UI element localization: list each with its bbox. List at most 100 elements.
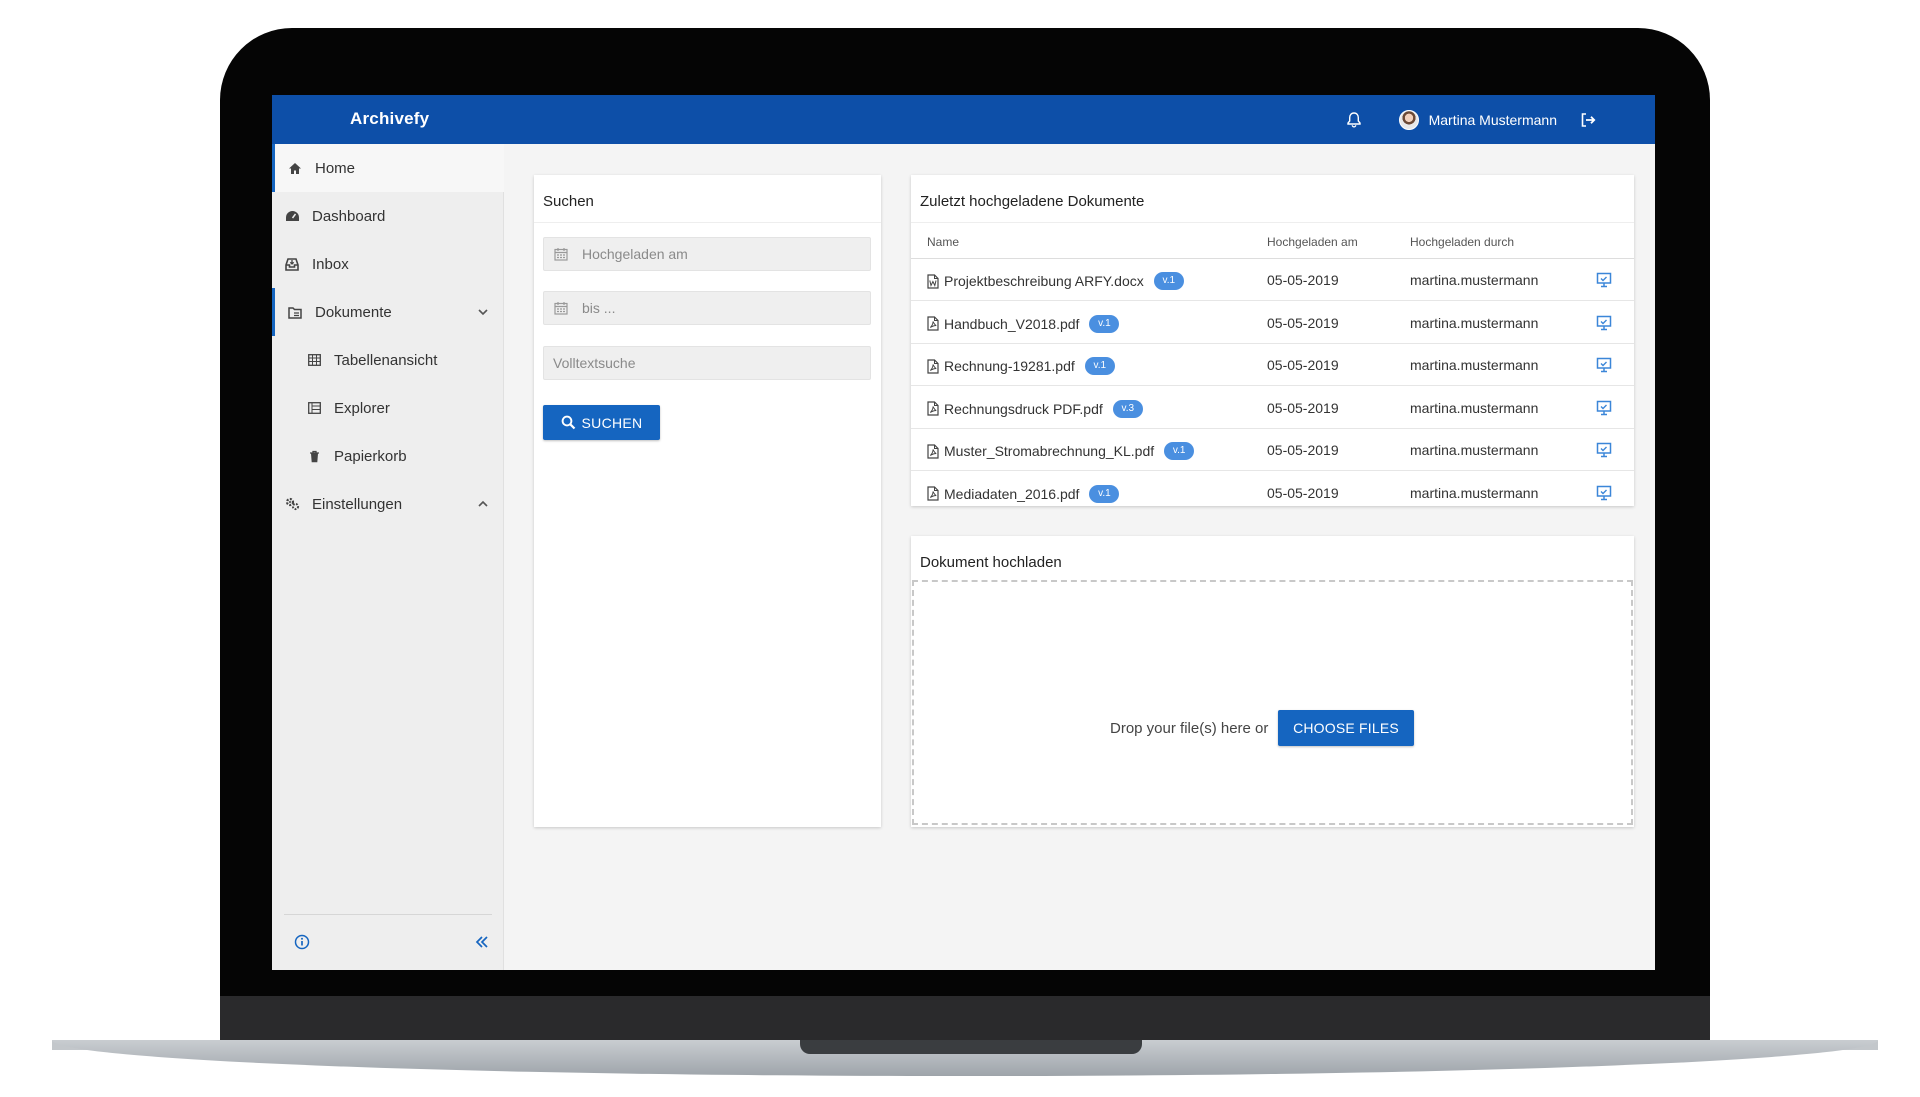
file-name[interactable]: Muster_Stromabrechnung_KL.pdf xyxy=(944,443,1154,459)
sidebar: Home Dashboard Inbox Dokumente Tabellena… xyxy=(272,144,504,970)
column-header-uploaded-by[interactable]: Hochgeladen durch xyxy=(1410,235,1514,249)
version-badge: v.1 xyxy=(1084,357,1115,375)
choose-files-button[interactable]: CHOOSE FILES xyxy=(1278,710,1414,746)
file-name[interactable]: Handbuch_V2018.pdf xyxy=(944,316,1079,332)
uploaded-by-cell: martina.mustermann xyxy=(1410,272,1539,288)
uploaded-on-cell: 05-05-2019 xyxy=(1267,399,1339,416)
sidebar-footer-divider xyxy=(284,914,492,915)
sidebar-item-home[interactable]: Home xyxy=(272,144,504,192)
preview-icon[interactable] xyxy=(1596,400,1612,416)
uploaded-on-cell: 05-05-2019 xyxy=(1267,442,1339,458)
app-screen: Archivefy Martina Mustermann Home Dashbo… xyxy=(272,95,1655,970)
file-name-cell[interactable]: Mediadaten_2016.pdf v.1 xyxy=(927,484,1120,503)
sidebar-item-label: Inbox xyxy=(312,255,349,273)
upload-card: Dokument hochladen Drop your file(s) her… xyxy=(911,536,1634,827)
column-header-uploaded-on[interactable]: Hochgeladen am xyxy=(1267,235,1358,249)
sidebar-item-label: Dokumente xyxy=(315,303,392,321)
sidebar-item-dashboard[interactable]: Dashboard xyxy=(272,192,504,240)
app-header: Archivefy Martina Mustermann xyxy=(272,95,1655,144)
file-name-cell[interactable]: Rechnung-19281.pdf v.1 xyxy=(927,357,1115,375)
version-badge: v.1 xyxy=(1089,314,1120,333)
table-header: Name Hochgeladen am Hochgeladen durch xyxy=(911,222,1634,259)
bell-icon[interactable] xyxy=(1345,111,1363,129)
user-name[interactable]: Martina Mustermann xyxy=(1429,112,1557,128)
uploaded-on-cell: 05-05-2019 xyxy=(1267,314,1339,331)
uploaded-by-cell: martina.mustermann xyxy=(1410,314,1539,331)
preview-icon[interactable] xyxy=(1596,485,1612,501)
collapse-icon[interactable] xyxy=(474,934,490,950)
sidebar-item-inbox[interactable]: Inbox xyxy=(272,240,504,288)
date-to-field[interactable]: bis ... xyxy=(543,291,871,325)
file-name-cell[interactable]: Muster_Stromabrechnung_KL.pdf v.1 xyxy=(927,442,1195,460)
table-row[interactable]: Rechnungsdruck PDF.pdf v.3 05-05-2019 marti… xyxy=(911,387,1634,429)
uploaded-by-cell: martina.mustermann xyxy=(1410,357,1539,373)
dashboard-icon xyxy=(284,208,300,224)
table-row[interactable]: Mediadaten_2016.pdf v.1 05-05-2019 martina.… xyxy=(911,472,1634,507)
documents-icon xyxy=(287,304,303,320)
uploaded-by-cell: martina.mustermann xyxy=(1410,442,1539,458)
table-row[interactable]: Rechnung-19281.pdf v.1 05-05-2019 martina.m… xyxy=(911,344,1634,386)
sidebar-item-dokumente[interactable]: Dokumente xyxy=(272,288,504,336)
pdf-file-icon xyxy=(927,401,940,416)
sidebar-item-label: Home xyxy=(315,159,356,177)
sidebar-item-einstellungen[interactable]: Einstellungen xyxy=(272,480,504,528)
sidebar-item-label: Einstellungen xyxy=(312,495,403,513)
search-card: Suchen Hochgeladen am bis ... Volltextsu… xyxy=(534,175,881,827)
file-name[interactable]: Mediadaten_2016.pdf xyxy=(944,486,1079,502)
table-row[interactable]: Muster_Stromabrechnung_KL.pdf v.1 05-05-20… xyxy=(911,429,1634,471)
file-dropzone[interactable]: Drop your file(s) here or CHOOSE FILES xyxy=(912,580,1633,825)
settings-icon xyxy=(284,496,300,512)
sidebar-item-label: Dashboard xyxy=(312,207,386,225)
search-button-label: SUCHEN xyxy=(581,414,643,431)
file-name-cell[interactable]: Projektbeschreibung ARFY.docx v.1 xyxy=(927,272,1184,290)
preview-icon[interactable] xyxy=(1596,442,1612,458)
laptop-chin xyxy=(220,996,1710,1044)
column-header-name[interactable]: Name xyxy=(927,235,959,249)
sidebar-item-label: Tabellenansicht xyxy=(334,351,438,369)
uploaded-by-cell: martina.mustermann xyxy=(1410,484,1539,501)
card-divider xyxy=(534,222,881,223)
trash-icon xyxy=(306,448,322,464)
recent-documents-card: Zuletzt hochgeladene Dokumente Name Hoch… xyxy=(911,175,1634,506)
sidebar-item-papierkorb[interactable]: Papierkorb xyxy=(272,432,504,480)
version-badge: v.1 xyxy=(1164,442,1195,460)
search-title: Suchen xyxy=(543,193,594,210)
file-name-cell[interactable]: Handbuch_V2018.pdf v.1 xyxy=(927,314,1120,333)
word-file-icon xyxy=(927,273,940,289)
explorer-icon xyxy=(306,400,322,416)
sidebar-item-explorer[interactable]: Explorer xyxy=(272,384,504,432)
avatar[interactable] xyxy=(1398,109,1419,130)
upload-title: Dokument hochladen xyxy=(920,554,1062,571)
sidebar-item-tabellenansicht[interactable]: Tabellenansicht xyxy=(272,336,504,384)
uploaded-on-field[interactable]: Hochgeladen am xyxy=(543,237,871,271)
table-row[interactable]: Handbuch_V2018.pdf v.1 05-05-2019 martina.m… xyxy=(911,302,1634,344)
search-button[interactable]: SUCHEN xyxy=(543,405,660,440)
fulltext-placeholder: Volltextsuche xyxy=(553,355,636,371)
preview-icon[interactable] xyxy=(1596,357,1612,373)
uploaded-on-placeholder: Hochgeladen am xyxy=(582,246,688,262)
file-name-cell[interactable]: Rechnungsdruck PDF.pdf v.3 xyxy=(927,399,1143,418)
preview-icon[interactable] xyxy=(1596,272,1612,288)
file-name[interactable]: Rechnungsdruck PDF.pdf xyxy=(944,401,1103,417)
logout-icon[interactable] xyxy=(1579,111,1597,129)
file-name[interactable]: Projektbeschreibung ARFY.docx xyxy=(944,273,1144,289)
calendar-icon xyxy=(554,301,568,315)
inbox-icon xyxy=(284,256,300,272)
chevron-up-icon xyxy=(478,500,488,507)
preview-icon[interactable] xyxy=(1596,315,1612,331)
uploaded-by-cell: martina.mustermann xyxy=(1410,399,1539,416)
info-icon[interactable] xyxy=(294,934,310,950)
version-badge: v.3 xyxy=(1112,399,1143,418)
pdf-file-icon xyxy=(927,316,940,331)
fulltext-search-input[interactable]: Volltextsuche xyxy=(543,346,871,380)
version-badge: v.1 xyxy=(1089,484,1120,503)
date-to-placeholder: bis ... xyxy=(582,300,616,316)
app-title[interactable]: Archivefy xyxy=(350,109,429,129)
uploaded-on-cell: 05-05-2019 xyxy=(1267,272,1339,288)
file-name[interactable]: Rechnung-19281.pdf xyxy=(944,358,1075,374)
table-row[interactable]: Projektbeschreibung ARFY.docx v.1 05-05-20… xyxy=(911,259,1634,301)
table-icon xyxy=(306,352,322,368)
sidebar-item-label: Explorer xyxy=(334,399,390,417)
version-badge: v.1 xyxy=(1153,272,1184,290)
laptop-hinge xyxy=(800,1040,1142,1054)
